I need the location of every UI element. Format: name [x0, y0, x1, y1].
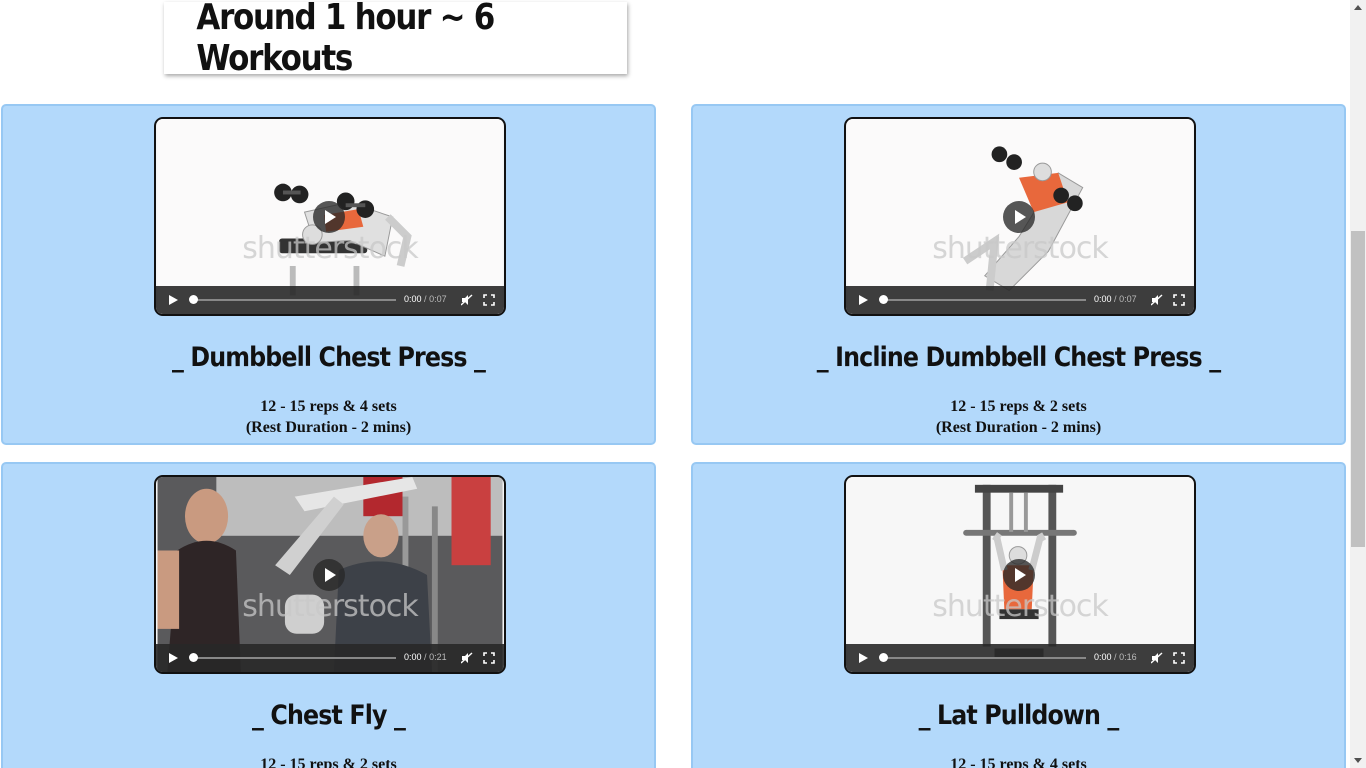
big-play-icon[interactable]	[313, 201, 345, 233]
exercise-name: _ Dumbbell Chest Press _	[171, 342, 486, 373]
page-title: Around 1 hour ~ 6 Workouts	[196, 0, 495, 79]
exercise-details: 12 - 15 reps & 4 sets (Rest Duration - 2…	[3, 396, 654, 438]
current-time: 0:00	[404, 652, 422, 662]
seek-handle[interactable]	[879, 653, 888, 662]
exercise-name: _ Chest Fly _	[252, 700, 406, 731]
play-icon[interactable]	[169, 653, 178, 663]
video-watermark: shutterstock	[242, 589, 419, 624]
big-play-icon[interactable]	[313, 559, 345, 591]
seek-bar[interactable]	[194, 299, 396, 301]
video-watermark: shutterstock	[242, 231, 419, 266]
fullscreen-icon[interactable]	[1173, 652, 1185, 664]
video-watermark: shutterstock	[932, 231, 1109, 266]
exercise-rest: (Rest Duration - 2 mins)	[245, 419, 412, 436]
video-time: 0:00 / 0:07	[404, 294, 447, 304]
fullscreen-icon[interactable]	[483, 652, 495, 664]
exercise-reps: 12 - 15 reps & 4 sets	[260, 398, 397, 415]
seek-handle[interactable]	[879, 295, 888, 304]
big-play-icon[interactable]	[1003, 559, 1035, 591]
scroll-up-icon[interactable]	[1354, 5, 1362, 10]
workout-video[interactable]: shutterstock 0:00 / 0:07	[844, 117, 1196, 316]
scroll-down-icon[interactable]	[1354, 758, 1362, 763]
seek-handle[interactable]	[189, 295, 198, 304]
scrollbar-thumb[interactable]	[1351, 231, 1365, 547]
seek-bar[interactable]	[194, 657, 396, 659]
page-title-card: Around 1 hour ~ 6 Workouts	[164, 0, 627, 79]
fullscreen-icon[interactable]	[1173, 294, 1185, 306]
exercise-name: _ Lat Pulldown _	[918, 700, 1120, 731]
seek-handle[interactable]	[189, 653, 198, 662]
exercise-details: 12 - 15 reps & 2 sets	[3, 754, 654, 768]
video-time: 0:00 / 0:07	[1094, 294, 1137, 304]
current-time: 0:00	[1094, 652, 1112, 662]
current-time: 0:00	[1094, 294, 1112, 304]
workout-card: shutterstock 0:00 / 0:21 _ Chest Fly _ 1…	[1, 462, 656, 768]
video-controls: 0:00 / 0:21	[156, 644, 504, 672]
seek-bar[interactable]	[884, 299, 1086, 301]
video-time: 0:00 / 0:21	[404, 652, 447, 662]
exercise-rest: (Rest Duration - 2 mins)	[935, 419, 1102, 436]
play-icon[interactable]	[859, 653, 868, 663]
video-time: 0:00 / 0:16	[1094, 652, 1137, 662]
duration: 0:07	[1119, 294, 1137, 304]
exercise-details: 12 - 15 reps & 4 sets	[693, 754, 1344, 768]
duration: 0:16	[1119, 652, 1137, 662]
video-controls: 0:00 / 0:07	[846, 286, 1194, 314]
exercise-details: 12 - 15 reps & 2 sets (Rest Duration - 2…	[693, 396, 1344, 438]
video-controls: 0:00 / 0:16	[846, 644, 1194, 672]
exercise-reps: 12 - 15 reps & 2 sets	[950, 398, 1087, 415]
page: Around 1 hour ~ 6 Workouts shutterstock	[0, 0, 1350, 768]
page-scrollbar[interactable]	[1350, 0, 1366, 768]
exercise-name: _ Incline Dumbbell Chest Press _	[816, 342, 1221, 373]
mute-icon[interactable]	[1151, 652, 1163, 664]
fullscreen-icon[interactable]	[483, 294, 495, 306]
video-controls: 0:00 / 0:07	[156, 286, 504, 314]
duration: 0:21	[429, 652, 447, 662]
exercise-reps: 12 - 15 reps & 2 sets	[260, 756, 397, 768]
video-watermark: shutterstock	[932, 589, 1109, 624]
mute-icon[interactable]	[461, 294, 473, 306]
mute-icon[interactable]	[461, 652, 473, 664]
workout-video[interactable]: shutterstock 0:00 / 0:16	[844, 475, 1196, 674]
mute-icon[interactable]	[1151, 294, 1163, 306]
seek-bar[interactable]	[884, 657, 1086, 659]
play-icon[interactable]	[169, 295, 178, 305]
duration: 0:07	[429, 294, 447, 304]
play-icon[interactable]	[859, 295, 868, 305]
workout-card: shutterstock 0:00 / 0:07 _ Incline Dumbb…	[691, 104, 1346, 445]
big-play-icon[interactable]	[1003, 201, 1035, 233]
exercise-reps: 12 - 15 reps & 4 sets	[950, 756, 1087, 768]
workout-video[interactable]: shutterstock 0:00 / 0:07	[154, 117, 506, 316]
workout-card: shutterstock 0:00 / 0:16 _ Lat Pulldown …	[691, 462, 1346, 768]
current-time: 0:00	[404, 294, 422, 304]
workout-video[interactable]: shutterstock 0:00 / 0:21	[154, 475, 506, 674]
workout-card: shutterstock 0:00 / 0:07 _ Dumbbell Ches…	[1, 104, 656, 445]
